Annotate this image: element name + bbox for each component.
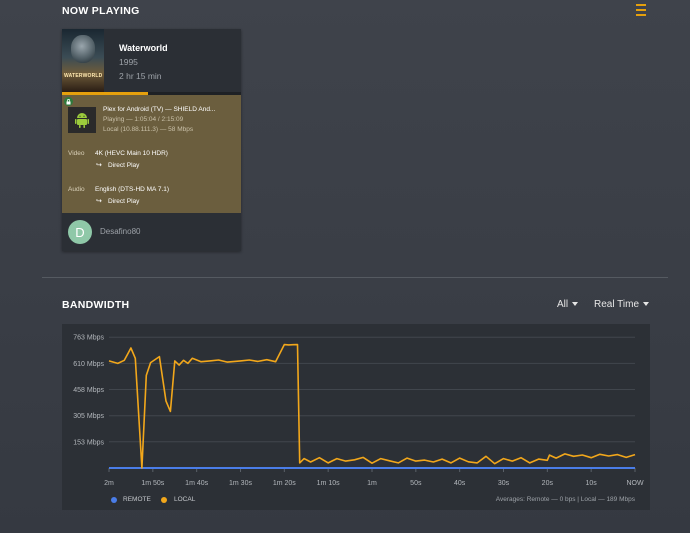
audio-decision: Direct Play xyxy=(108,198,140,205)
x-tick-label: 2m xyxy=(104,480,114,487)
x-tick-label: 1m 50s xyxy=(141,480,164,487)
player-location: Local (10.88.111.3) — 58 Mbps xyxy=(103,126,194,133)
legend-remote-label[interactable]: REMOTE xyxy=(123,496,151,503)
movie-year: 1995 xyxy=(119,57,138,67)
x-tick-label: 1m 20s xyxy=(273,480,296,487)
audio-decision-arrow-icon: ↪ xyxy=(96,198,102,205)
chevron-down-icon xyxy=(572,302,579,307)
video-decision-arrow-icon: ↪ xyxy=(96,162,102,169)
player-name: Plex for Android (TV) — SHIELD And... xyxy=(103,106,216,113)
poster-face-image xyxy=(71,35,95,63)
legend-remote-dot xyxy=(111,497,117,503)
x-tick-label: 1m xyxy=(367,480,377,487)
y-tick-label: 763 Mbps xyxy=(73,335,104,342)
audio-label: Audio xyxy=(68,186,85,193)
range-dropdown-label: Real Time xyxy=(594,299,640,310)
bandwidth-chart: 763 Mbps 610 Mbps 458 Mbps 305 Mbps 153 Mbps… xyxy=(62,324,650,510)
x-tick-label: 50s xyxy=(410,480,422,487)
chevron-down-icon xyxy=(643,302,650,307)
range-dropdown[interactable]: Real Time xyxy=(594,299,650,310)
video-decision: Direct Play xyxy=(108,162,140,169)
android-icon xyxy=(68,107,96,133)
session-user[interactable]: D Desafino80 xyxy=(62,213,241,251)
y-tick-label: 153 Mbps xyxy=(73,439,104,446)
username[interactable]: Desafino80 xyxy=(100,227,140,236)
x-tick-label: 1m 40s xyxy=(185,480,208,487)
filter-dropdown-label: All xyxy=(557,299,569,310)
video-label: Video xyxy=(68,150,85,157)
x-tick-label: 1m 10s xyxy=(317,480,340,487)
session-card[interactable]: WATERWORLD Waterworld 1995 2 hr 15 min P… xyxy=(62,29,241,251)
stream-details-panel: Plex for Android (TV) — SHIELD And... Pl… xyxy=(62,95,241,213)
x-tick-label: 10s xyxy=(586,480,598,487)
legend-local-dot xyxy=(161,497,167,503)
now-playing-title: NOW PLAYING xyxy=(62,5,140,17)
movie-title[interactable]: Waterworld xyxy=(119,43,168,53)
lock-icon xyxy=(64,97,73,106)
filter-dropdown[interactable]: All xyxy=(557,299,579,310)
x-tick-label: 40s xyxy=(454,480,466,487)
x-tick-label: 20s xyxy=(542,480,554,487)
avatar[interactable]: D xyxy=(68,220,92,244)
x-tick-label: 1m 30s xyxy=(229,480,252,487)
legend-local-label[interactable]: LOCAL xyxy=(174,496,195,503)
y-tick-label: 305 Mbps xyxy=(73,413,104,420)
audio-value: English (DTS-HD MA 7.1) xyxy=(95,186,170,193)
poster-title: WATERWORLD xyxy=(64,73,103,79)
x-tick-label: 30s xyxy=(498,480,510,487)
y-tick-label: 610 Mbps xyxy=(73,361,104,368)
video-value: 4K (HEVC Main 10 HDR) xyxy=(95,150,168,157)
y-tick-label: 458 Mbps xyxy=(73,387,104,394)
playback-state: Playing — 1:05:04 / 2:15:09 xyxy=(103,116,184,123)
averages-summary: Averages: Remote — 0 bps | Local — 189 M… xyxy=(495,496,635,503)
section-divider xyxy=(42,277,668,278)
bandwidth-title: BANDWIDTH xyxy=(62,299,130,311)
list-icon[interactable] xyxy=(636,4,646,18)
movie-duration: 2 hr 15 min xyxy=(119,71,162,81)
x-tick-label: NOW xyxy=(626,480,644,487)
bandwidth-chart-svg: 763 Mbps 610 Mbps 458 Mbps 305 Mbps 153 Mbps… xyxy=(73,335,644,487)
movie-poster[interactable]: WATERWORLD xyxy=(62,29,104,92)
